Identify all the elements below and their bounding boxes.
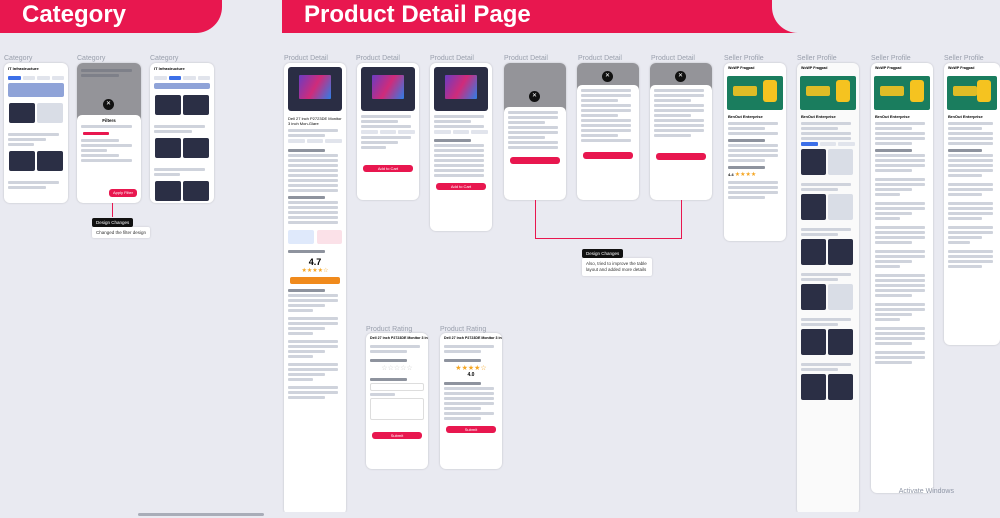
screen-label: Product Detail [284, 55, 328, 62]
category-screen[interactable]: IT Infrastructure [4, 63, 68, 203]
seller-products-screen[interactable]: WoWP Fragpad BrnOut Enterprise [797, 63, 859, 515]
seller-reviews-screen[interactable]: WoWP Fragpad BrnOut Enterprise [871, 63, 933, 493]
screen-label: Product Rating [440, 326, 487, 333]
apply-filter-button[interactable]: Apply Filter [109, 189, 137, 197]
seller-store-name: WoWP Fragpad [728, 66, 755, 70]
product-rating-screen[interactable]: Dell 27 inch P2723DE Monitor 3 inch... ☆… [366, 333, 428, 469]
screen-label: Product Detail [356, 55, 400, 62]
category-hero [8, 83, 64, 97]
category-title: IT Infrastructure [154, 66, 185, 71]
screen-label: Product Rating [366, 326, 413, 333]
banner-title: Product Detail Page [304, 1, 531, 28]
category-title: IT Infrastructure [8, 66, 39, 71]
screen-label: Category [4, 55, 33, 62]
product-rating-screen[interactable]: Dell 27 inch P2723DE Monitor 3 inch... ★… [440, 333, 502, 469]
screen-label: Product Detail [430, 55, 474, 62]
close-icon[interactable]: ✕ [602, 71, 613, 82]
screen-label: Category [77, 55, 106, 62]
design-change-note: Changed the filter design [92, 227, 151, 238]
submit-button[interactable]: Submit [446, 426, 496, 433]
product-compare-screen[interactable]: ✕ [577, 63, 639, 200]
rating-stars-input[interactable]: ☆☆☆☆☆ [366, 364, 428, 372]
screen-label: Category [150, 55, 179, 62]
design-change-tooltip: Design Changes [582, 249, 624, 258]
product-image [288, 67, 342, 111]
seller-name: BrnOut Enterprise [728, 114, 763, 119]
category-filter-screen[interactable]: ✕ Filters Apply Filter [77, 63, 141, 203]
screen-label: Product Detail [504, 55, 548, 62]
product-image [361, 67, 415, 111]
product-compare-screen[interactable]: ✕ [650, 63, 712, 200]
section-banner-category: Category [0, 0, 222, 33]
close-icon[interactable]: ✕ [103, 99, 114, 110]
product-compare-screen[interactable]: ✕ [504, 63, 566, 200]
screen-label: Seller Profile [797, 55, 837, 62]
category-screen[interactable]: IT Infrastructure [150, 63, 214, 203]
filter-title: Filters [102, 118, 116, 123]
close-icon[interactable]: ✕ [529, 91, 540, 102]
screen-label: Seller Profile [944, 55, 984, 62]
product-detail-long-screen[interactable]: Dell 27 inch P2723DE Monitor 3 inch Mon-… [284, 63, 346, 515]
rate-product-button[interactable] [290, 277, 340, 284]
activate-windows-watermark: Activate Windows [898, 488, 954, 495]
rating-screen-title: Dell 27 inch P2723DE Monitor 3 inch... [370, 336, 428, 340]
screen-label: Product Detail [651, 55, 695, 62]
submit-button[interactable]: Submit [372, 432, 422, 439]
seller-about-screen[interactable]: WoWP Fragpad BrnOut Enterprise [944, 63, 1000, 345]
screen-label: Seller Profile [724, 55, 764, 62]
product-title: Dell 27 inch P2723DE Monitor 3 inch Mon-… [288, 116, 342, 126]
rating-score: 4.7 [308, 257, 322, 267]
seller-profile-screen[interactable]: WoWP Fragpad BrnOut Enterprise 4.4 ★★★★ [724, 63, 786, 241]
seller-rating: 4.4 [728, 172, 734, 177]
screen-label: Product Detail [578, 55, 622, 62]
design-change-tooltip: Design Changes [92, 218, 134, 227]
rating-screen-title: Dell 27 inch P2723DE Monitor 3 inch... [444, 336, 502, 340]
rating-stars: ★★★★☆ [301, 268, 329, 274]
design-change-note: Also, tried to improve the table layout … [582, 258, 652, 276]
filter-sheet: Filters Apply Filter [77, 115, 141, 203]
add-to-cart-button[interactable]: Add to Cart [436, 183, 486, 190]
price-slider[interactable] [83, 132, 109, 135]
product-detail-screen[interactable]: Add to Cart [430, 63, 492, 231]
close-icon[interactable]: ✕ [675, 71, 686, 82]
scrollbar-thumb[interactable] [138, 513, 264, 516]
rating-stars-input[interactable]: ★★★★☆ [440, 364, 502, 372]
section-banner-product-detail: Product Detail Page [282, 0, 1000, 33]
rating-value: 4.0 [467, 372, 475, 378]
screen-label: Seller Profile [871, 55, 911, 62]
product-image [434, 67, 488, 111]
add-to-cart-button[interactable]: Add to Cart [363, 165, 413, 172]
review-input[interactable] [370, 398, 424, 420]
product-detail-screen[interactable]: Add to Cart [357, 63, 419, 200]
banner-title: Category [22, 1, 127, 28]
headline-input[interactable] [370, 383, 424, 391]
seller-banner [727, 76, 783, 110]
